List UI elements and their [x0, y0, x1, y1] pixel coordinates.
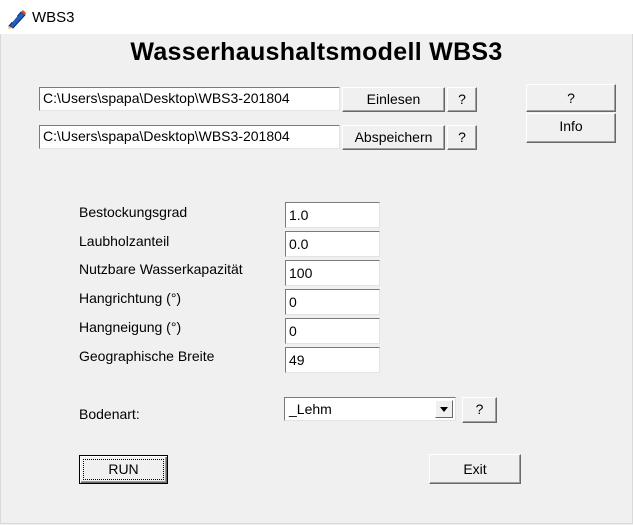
laubholzanteil-input[interactable]: 0.0: [285, 231, 380, 257]
page-title: Wasserhaushaltsmodell WBS3: [130, 38, 503, 66]
soil-selected-value: _Lehm: [289, 401, 332, 417]
hangneigung-input[interactable]: 0: [285, 318, 380, 344]
einlesen-button[interactable]: Einlesen: [342, 87, 445, 112]
output-path-field[interactable]: C:\Users\spapa\Desktop\WBS3-201804: [39, 125, 340, 149]
param-label-laubholzanteil: Laubholzanteil: [79, 233, 170, 249]
input-path-field[interactable]: C:\Users\spapa\Desktop\WBS3-201804: [39, 87, 340, 111]
dropdown-arrow-icon[interactable]: [435, 400, 453, 418]
run-button[interactable]: RUN: [79, 455, 168, 484]
bestockungsgrad-input[interactable]: 1.0: [285, 202, 380, 228]
soil-label: Bodenart:: [79, 406, 140, 422]
title-bar: WBS3: [0, 0, 633, 34]
param-label-hangneigung: Hangneigung (°): [79, 319, 182, 335]
exit-button[interactable]: Exit: [429, 454, 521, 484]
param-label-wasserkapazitaet: Nutzbare Wasserkapazität: [79, 261, 243, 277]
param-label-hangrichtung: Hangrichtung (°): [79, 290, 182, 306]
soil-dropdown[interactable]: _Lehm: [284, 397, 456, 421]
param-label-geographische-breite: Geographische Breite: [79, 348, 215, 364]
pencil-app-icon: [8, 10, 26, 29]
run-label: RUN: [108, 461, 139, 477]
hangrichtung-input[interactable]: 0: [285, 289, 380, 315]
soil-help-button[interactable]: ?: [462, 397, 497, 423]
wasserkapazitaet-input[interactable]: 100: [285, 260, 380, 286]
help-button[interactable]: ?: [526, 84, 616, 112]
output-help-button[interactable]: ?: [447, 125, 477, 150]
info-button[interactable]: Info: [526, 113, 616, 143]
geographische-breite-input[interactable]: 49: [285, 347, 380, 373]
abspeichern-button[interactable]: Abspeichern: [342, 125, 445, 150]
window-title: WBS3: [32, 9, 75, 26]
input-help-button[interactable]: ?: [447, 87, 477, 112]
param-label-bestockungsgrad: Bestockungsgrad: [79, 204, 188, 220]
